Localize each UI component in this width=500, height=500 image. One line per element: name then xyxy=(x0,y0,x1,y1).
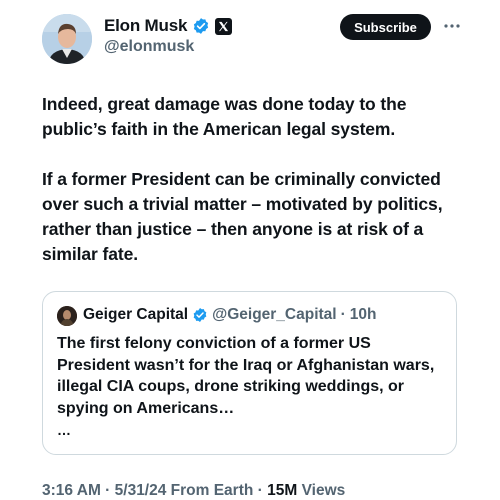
author-handle[interactable]: @elonmusk xyxy=(104,38,194,56)
separator-dot: · xyxy=(100,482,115,499)
quoted-tweet-header: Geiger Capital @Geiger_Capital · 10h xyxy=(83,306,377,324)
author-name[interactable]: Elon Musk xyxy=(104,16,187,36)
verified-badge-icon xyxy=(192,307,208,323)
more-icon[interactable] xyxy=(443,17,461,35)
quoted-tweet-time: 10h xyxy=(349,306,377,323)
tweet-text-paragraph: Indeed, great damage was done today to t… xyxy=(42,94,407,139)
quoted-tweet-card[interactable]: Geiger Capital @Geiger_Capital · 10h The… xyxy=(42,291,457,455)
separator-dot: · xyxy=(253,482,268,499)
tweet-date[interactable]: 5/31/24 From Earth xyxy=(115,482,254,499)
subscribe-button[interactable]: Subscribe xyxy=(340,14,431,40)
quoted-author-name: Geiger Capital xyxy=(83,306,189,323)
author-name-row: Elon Musk xyxy=(104,16,233,36)
author-avatar[interactable] xyxy=(42,14,92,64)
tweet-time[interactable]: 3:16 AM xyxy=(42,482,101,499)
quoted-author-handle: @Geiger_Capital xyxy=(212,306,337,323)
separator-dot: · xyxy=(340,306,346,323)
tweet-text-paragraph: If a former President can be criminally … xyxy=(42,169,443,264)
quoted-author-avatar xyxy=(57,306,77,326)
quoted-tweet-text: The first felony conviction of a former … xyxy=(57,335,435,417)
views-count: 15M xyxy=(267,482,298,499)
x-logo-icon xyxy=(215,17,233,35)
quoted-tweet-ellipsis: … xyxy=(57,422,71,438)
views-label: Views xyxy=(297,482,346,499)
tweet-meta: 3:16 AM · 5/31/24 From Earth · 15M Views xyxy=(42,482,345,500)
verified-badge-icon xyxy=(192,17,210,35)
